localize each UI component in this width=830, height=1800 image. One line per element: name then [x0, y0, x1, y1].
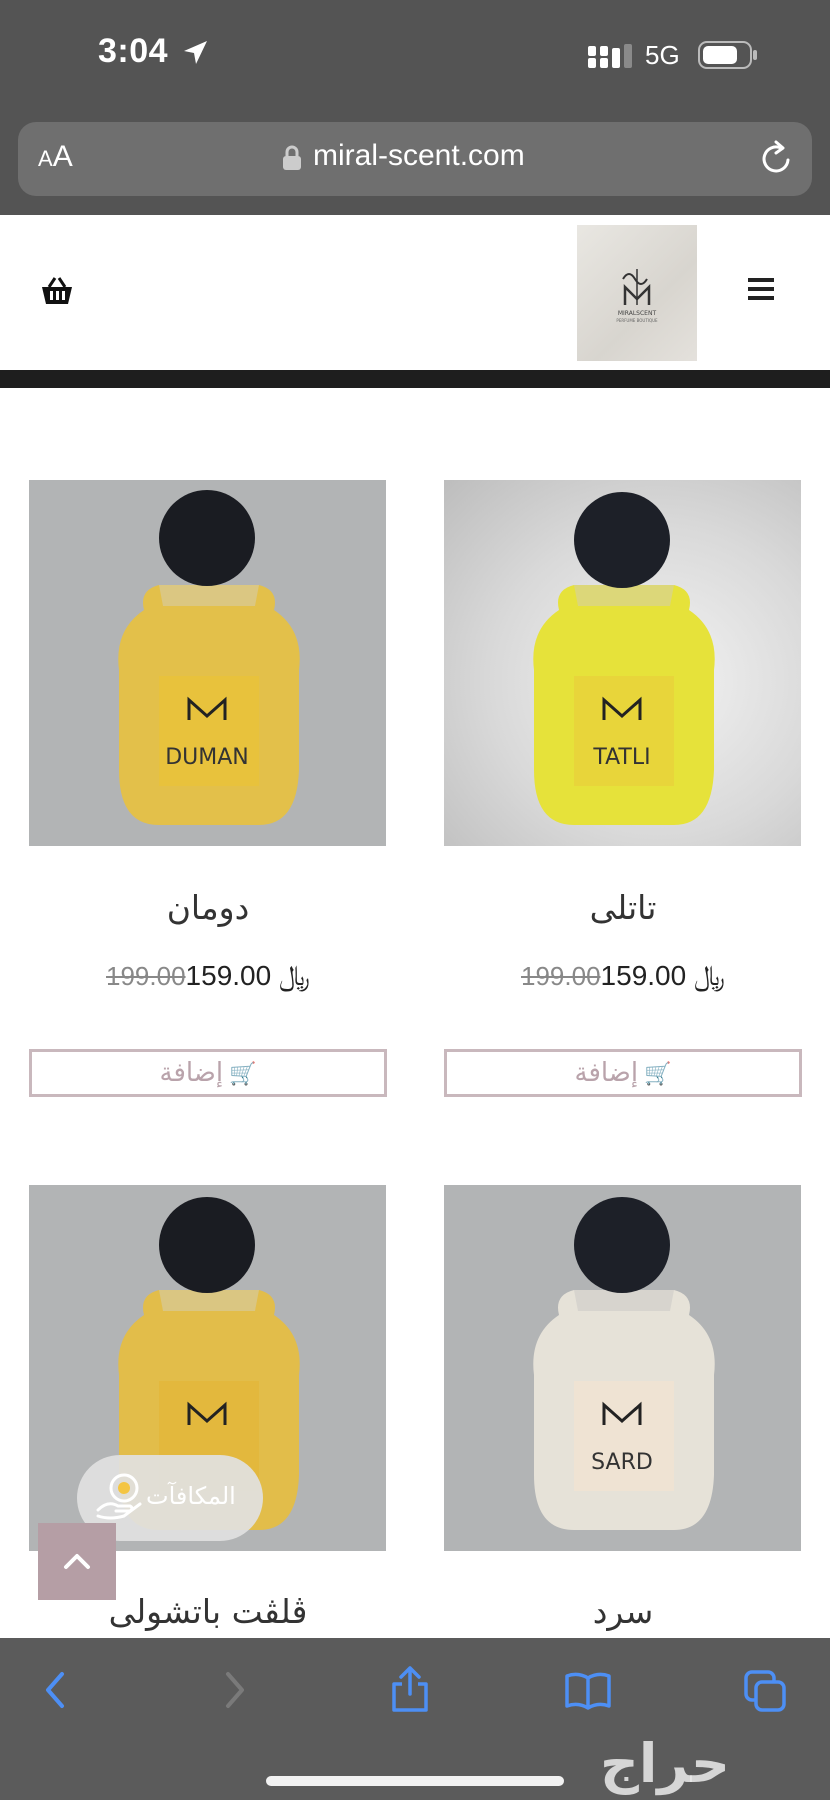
current-price: 159.00 [600, 960, 687, 991]
network-type: 5G [645, 40, 680, 70]
home-indicator [266, 1776, 564, 1786]
url-text[interactable]: miral-scent.com [313, 139, 525, 173]
product-name[interactable]: دومان [29, 888, 387, 927]
site-header [0, 215, 830, 370]
product-price: 199.00 ﷼ 159.00 [444, 960, 802, 993]
product-name[interactable]: تاتلى [444, 888, 802, 927]
logo-tagline-text: PERFUME BOUTIQUE [616, 318, 658, 323]
add-button-label: إضافة [159, 1058, 224, 1088]
reload-icon[interactable] [760, 140, 794, 176]
currency-symbol: ﷼ [278, 960, 310, 991]
back-to-top-button[interactable] [38, 1523, 116, 1600]
battery-icon [698, 41, 757, 69]
haraj-watermark: حراج [600, 1732, 730, 1795]
currency-symbol: ﷼ [693, 960, 725, 991]
product-price: 199.00 ﷼ 159.00 [29, 960, 387, 993]
product-image[interactable]: DUMAN [29, 480, 386, 846]
bottle-label: TATLI [592, 745, 650, 770]
product-name[interactable]: سرد [444, 1592, 802, 1631]
product-image[interactable]: TATLI [444, 480, 801, 846]
cart-icon: 🛒 [644, 1062, 672, 1087]
add-button-label: إضافة [574, 1058, 639, 1088]
add-to-cart-button[interactable]: إضافة 🛒 [444, 1049, 802, 1097]
share-icon[interactable] [390, 1664, 430, 1714]
old-price: 199.00 [521, 961, 601, 991]
lock-icon [283, 145, 301, 170]
location-arrow-icon [184, 41, 207, 64]
logo-brand-text: MIRALSCENT [618, 310, 657, 317]
chevron-up-icon [64, 1554, 90, 1569]
bookmarks-book-icon[interactable] [564, 1670, 612, 1710]
old-price: 199.00 [106, 961, 186, 991]
rewards-label[interactable]: المكافآت [146, 1482, 236, 1510]
rewards-hand-icon [96, 1473, 142, 1520]
product-image[interactable]: SARD [444, 1185, 801, 1551]
site-logo[interactable]: MIRALSCENT PERFUME BOUTIQUE [577, 225, 697, 361]
text-size-button[interactable]: AA [38, 140, 73, 174]
header-divider [0, 370, 830, 388]
back-chevron-icon[interactable] [42, 1670, 68, 1710]
add-to-cart-button[interactable]: إضافة 🛒 [29, 1049, 387, 1097]
hamburger-menu-icon[interactable] [748, 278, 774, 300]
tabs-icon[interactable] [742, 1668, 788, 1714]
forward-chevron-icon[interactable] [222, 1670, 248, 1710]
current-price: 159.00 [185, 960, 272, 991]
cart-icon: 🛒 [229, 1062, 257, 1087]
signal-icon [588, 44, 632, 68]
status-time: 3:04 [98, 32, 169, 70]
bottle-label: SARD [591, 1450, 653, 1475]
shopping-basket-icon[interactable] [40, 276, 74, 306]
bottle-label: DUMAN [165, 745, 249, 770]
